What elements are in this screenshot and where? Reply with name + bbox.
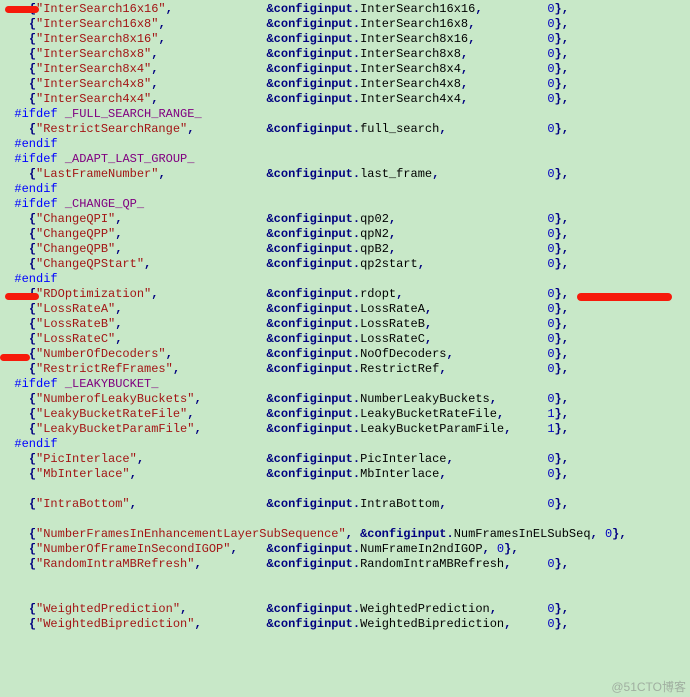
code-line: {"LeakyBucketParamFile", &configinput.Le… xyxy=(0,422,690,437)
code-line: {"InterSearch4x8", &configinput.InterSea… xyxy=(0,77,690,92)
watermark: @51CTO博客 xyxy=(611,680,686,695)
code-line: {"LossRateC", &configinput.LossRateC, 0}… xyxy=(0,332,690,347)
code-line: #endif xyxy=(0,137,690,152)
code-line: {"RestrictRefFrames", &configinput.Restr… xyxy=(0,362,690,377)
code-line: {"NumberOfDecoders", &configinput.NoOfDe… xyxy=(0,347,690,362)
annotation-mark xyxy=(577,293,672,301)
code-line: {"InterSearch16x8", &configinput.InterSe… xyxy=(0,17,690,32)
code-line: {"NumberOfFrameInSecondIGOP", &configinp… xyxy=(0,542,690,557)
code-line: #endif xyxy=(0,182,690,197)
annotation-mark xyxy=(5,293,39,300)
code-line: {"InterSearch16x16", &configinput.InterS… xyxy=(0,2,690,17)
code-line: {"RandomIntraMBRefresh", &configinput.Ra… xyxy=(0,557,690,572)
code-line: {"InterSearch8x16", &configinput.InterSe… xyxy=(0,32,690,47)
code-line: {"InterSearch8x8", &configinput.InterSea… xyxy=(0,47,690,62)
code-line: {"MbInterlace", &configinput.MbInterlace… xyxy=(0,467,690,482)
code-line: {"LossRateA", &configinput.LossRateA, 0}… xyxy=(0,302,690,317)
code-line: {"IntraBottom", &configinput.IntraBottom… xyxy=(0,497,690,512)
code-line: {"InterSearch8x4", &configinput.InterSea… xyxy=(0,62,690,77)
code-line xyxy=(0,587,690,602)
code-line: {"ChangeQPB", &configinput.qpB2, 0}, xyxy=(0,242,690,257)
code-line: #ifdef _ADAPT_LAST_GROUP_ xyxy=(0,152,690,167)
code-line: #ifdef _FULL_SEARCH_RANGE_ xyxy=(0,107,690,122)
code-line: {"NumberofLeakyBuckets", &configinput.Nu… xyxy=(0,392,690,407)
code-line: {"WeightedPrediction", &configinput.Weig… xyxy=(0,602,690,617)
code-line: {"NumberFramesInEnhancementLayerSubSeque… xyxy=(0,527,690,542)
code-line: {"ChangeQPStart", &configinput.qp2start,… xyxy=(0,257,690,272)
code-line: {"RestrictSearchRange", &configinput.ful… xyxy=(0,122,690,137)
code-line: #ifdef _LEAKYBUCKET_ xyxy=(0,377,690,392)
code-line: #endif xyxy=(0,272,690,287)
code-line: {"ChangeQPP", &configinput.qpN2, 0}, xyxy=(0,227,690,242)
code-line: {"LeakyBucketRateFile", &configinput.Lea… xyxy=(0,407,690,422)
code-line: {"InterSearch4x4", &configinput.InterSea… xyxy=(0,92,690,107)
code-line xyxy=(0,482,690,497)
code-line: #endif xyxy=(0,437,690,452)
code-line: {"LossRateB", &configinput.LossRateB, 0}… xyxy=(0,317,690,332)
code-block: {"InterSearch16x16", &configinput.InterS… xyxy=(0,0,690,632)
code-line: {"ChangeQPI", &configinput.qp02, 0}, xyxy=(0,212,690,227)
code-line xyxy=(0,512,690,527)
annotation-mark xyxy=(5,6,39,13)
code-line: {"LastFrameNumber", &configinput.last_fr… xyxy=(0,167,690,182)
code-line xyxy=(0,572,690,587)
code-line: {"WeightedBiprediction", &configinput.We… xyxy=(0,617,690,632)
annotation-mark xyxy=(0,354,30,361)
code-line: #ifdef _CHANGE_QP_ xyxy=(0,197,690,212)
code-line: {"PicInterlace", &configinput.PicInterla… xyxy=(0,452,690,467)
